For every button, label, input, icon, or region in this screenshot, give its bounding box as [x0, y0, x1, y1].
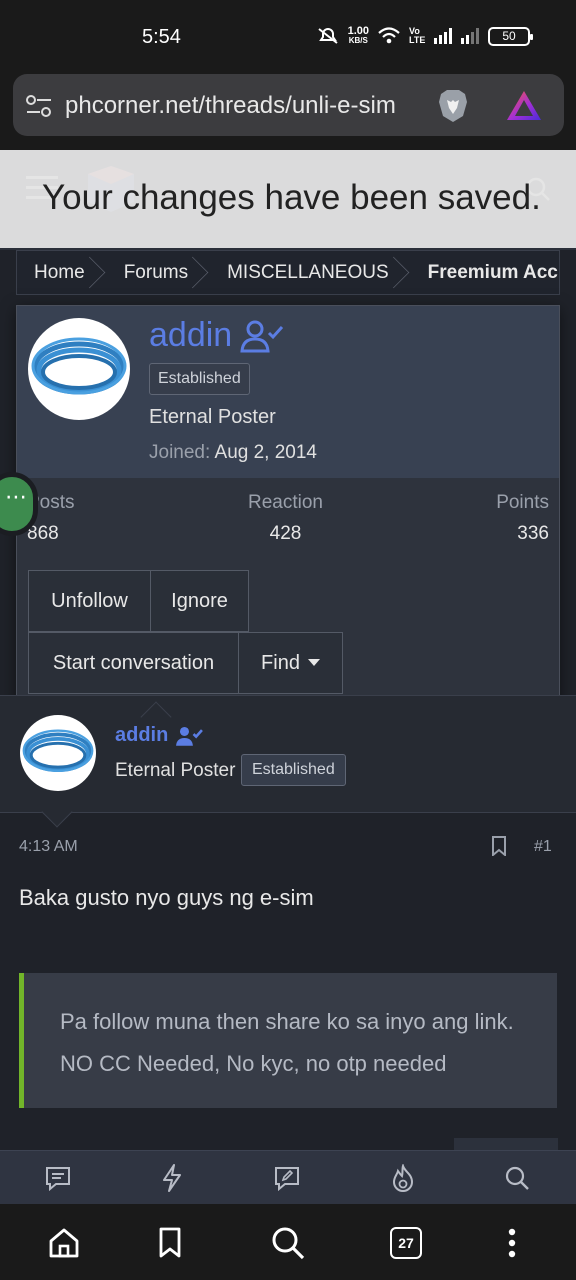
chat-icon [46, 1167, 70, 1191]
bolt-icon [163, 1164, 181, 1192]
nav-trending[interactable] [388, 1163, 418, 1193]
browser-search-button[interactable] [270, 1223, 306, 1263]
mute-icon [317, 28, 338, 44]
tab-count: 27 [390, 1227, 422, 1259]
breadcrumb: Home Forums MISCELLANEOUS Freemium Acc [16, 250, 560, 295]
cable-avatar-icon [22, 729, 94, 772]
url-text[interactable]: phcorner.net/threads/unli-e-sim [65, 92, 431, 120]
post-body: Baka gusto nyo guys ng e-sim [19, 885, 314, 910]
quote-text: Pa follow muna then share ko sa inyo ang… [60, 1009, 514, 1076]
caret-down-icon [307, 659, 320, 666]
address-bar[interactable]: phcorner.net/threads/unli-e-sim [13, 74, 564, 136]
signal-1-icon [434, 28, 452, 44]
net-speed: 1.00 KB/S [347, 25, 369, 46]
post-number[interactable]: #1 [534, 838, 552, 856]
browser-bottom-bar: 27 [0, 1204, 576, 1280]
home-icon [49, 1228, 79, 1258]
status-bar: 5:54 1.00 KB/S Vo LTE 50 [0, 0, 576, 70]
search-icon [505, 1166, 529, 1190]
bookmark-icon[interactable] [491, 836, 507, 856]
toast-message: Your changes have been saved. [42, 178, 541, 217]
member-avatar[interactable] [28, 318, 130, 420]
post-quote: Pa follow muna then share ko sa inyo ang… [19, 973, 557, 1108]
more-vertical-icon [508, 1228, 516, 1258]
stat-reaction: Reaction 428 [248, 492, 323, 544]
fire-icon [392, 1164, 414, 1192]
member-joined: Joined: Aug 2, 2014 [149, 442, 317, 463]
post-avatar[interactable] [20, 715, 96, 791]
nav-post-thread[interactable] [272, 1163, 302, 1193]
saved-toast: Your changes have been saved. [0, 150, 576, 248]
stat-points: Points 336 [496, 492, 549, 544]
browser-home-button[interactable] [46, 1223, 82, 1263]
signal-2-icon [461, 28, 479, 44]
followed-user-icon [240, 320, 284, 352]
cable-avatar-icon [31, 337, 127, 395]
search-icon [272, 1227, 305, 1260]
post-user-title: Eternal Poster [115, 760, 236, 781]
nav-chat[interactable] [43, 1163, 73, 1193]
status-time: 5:54 [142, 26, 181, 48]
browser-tabs-button[interactable]: 27 [388, 1223, 424, 1263]
site-settings-icon[interactable] [25, 94, 53, 118]
unfollow-button[interactable]: Unfollow [28, 570, 151, 632]
breadcrumb-home[interactable]: Home [17, 251, 107, 294]
member-tooltip: addin Established Eternal Poster Joined:… [16, 305, 560, 706]
browser-toolbar: phcorner.net/threads/unli-e-sim [0, 70, 576, 150]
post-username[interactable]: addin [115, 724, 204, 747]
brave-shields-icon[interactable] [435, 88, 471, 124]
bookmark-icon [159, 1227, 181, 1258]
member-title: Eternal Poster [149, 406, 276, 428]
post-time[interactable]: 4:13 AM [19, 838, 78, 856]
brave-rewards-icon[interactable] [506, 90, 542, 122]
compose-icon [275, 1167, 299, 1191]
nav-search[interactable] [502, 1163, 532, 1193]
ignore-button[interactable]: Ignore [150, 570, 249, 632]
followed-user-icon [176, 726, 204, 746]
battery-indicator: 50 [488, 26, 533, 46]
start-conversation-button[interactable]: Start conversation [28, 632, 239, 694]
status-icons: 1.00 KB/S Vo LTE 50 [317, 25, 533, 46]
browser-bookmarks-button[interactable] [152, 1223, 188, 1263]
site-bottom-nav [0, 1150, 576, 1204]
member-joined-date: Aug 2, 2014 [214, 442, 317, 463]
member-tooltip-header: addin Established Eternal Poster Joined:… [17, 306, 559, 478]
nav-whats-new[interactable] [157, 1163, 187, 1193]
member-username[interactable]: addin [149, 316, 284, 355]
find-button[interactable]: Find [238, 632, 343, 694]
breadcrumb-miscellaneous[interactable]: MISCELLANEOUS [210, 251, 411, 294]
lte-label: Vo LTE [409, 26, 426, 45]
member-banner: Established [149, 363, 250, 395]
browser-menu-button[interactable] [494, 1223, 530, 1263]
wifi-icon [378, 27, 400, 44]
post-user-banner: Established [241, 754, 346, 786]
breadcrumb-freemium[interactable]: Freemium Acc [411, 251, 559, 294]
breadcrumb-forums[interactable]: Forums [107, 251, 210, 294]
